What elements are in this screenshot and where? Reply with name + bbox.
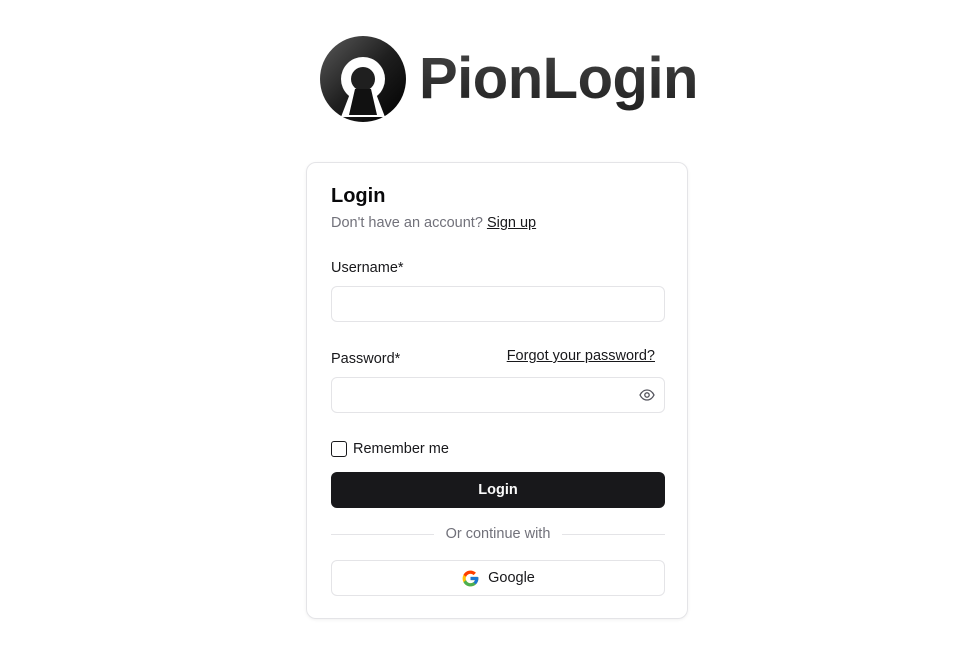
signup-link[interactable]: Sign up — [487, 215, 536, 231]
login-button[interactable]: Login — [331, 472, 665, 508]
eye-icon[interactable] — [639, 389, 655, 401]
google-button-label: Google — [488, 570, 535, 586]
password-label: Password* — [331, 351, 401, 367]
google-icon — [462, 570, 479, 586]
divider-line-left — [331, 533, 434, 535]
brand-name: PionLogin — [419, 35, 699, 123]
form-title: Login — [331, 185, 386, 207]
keyhole-logo-icon — [320, 36, 406, 122]
forgot-password-link[interactable]: Forgot your password? — [507, 348, 655, 364]
username-label: Username* — [331, 260, 404, 276]
username-input[interactable] — [331, 286, 665, 322]
brand-logo: PionLogin — [319, 35, 699, 123]
remember-me-label[interactable]: Remember me — [353, 441, 449, 457]
no-account-text: Don't have an account? — [331, 215, 483, 231]
google-signin-button[interactable]: Google — [331, 560, 665, 596]
divider-text: Or continue with — [445, 526, 551, 542]
divider: Or continue with — [331, 525, 665, 543]
login-card: Login Don't have an account? Sign up Use… — [306, 162, 688, 619]
signup-prompt: Don't have an account? Sign up — [331, 215, 536, 231]
remember-me-checkbox[interactable] — [331, 441, 347, 457]
divider-line-right — [562, 533, 665, 535]
password-input[interactable] — [331, 377, 665, 413]
